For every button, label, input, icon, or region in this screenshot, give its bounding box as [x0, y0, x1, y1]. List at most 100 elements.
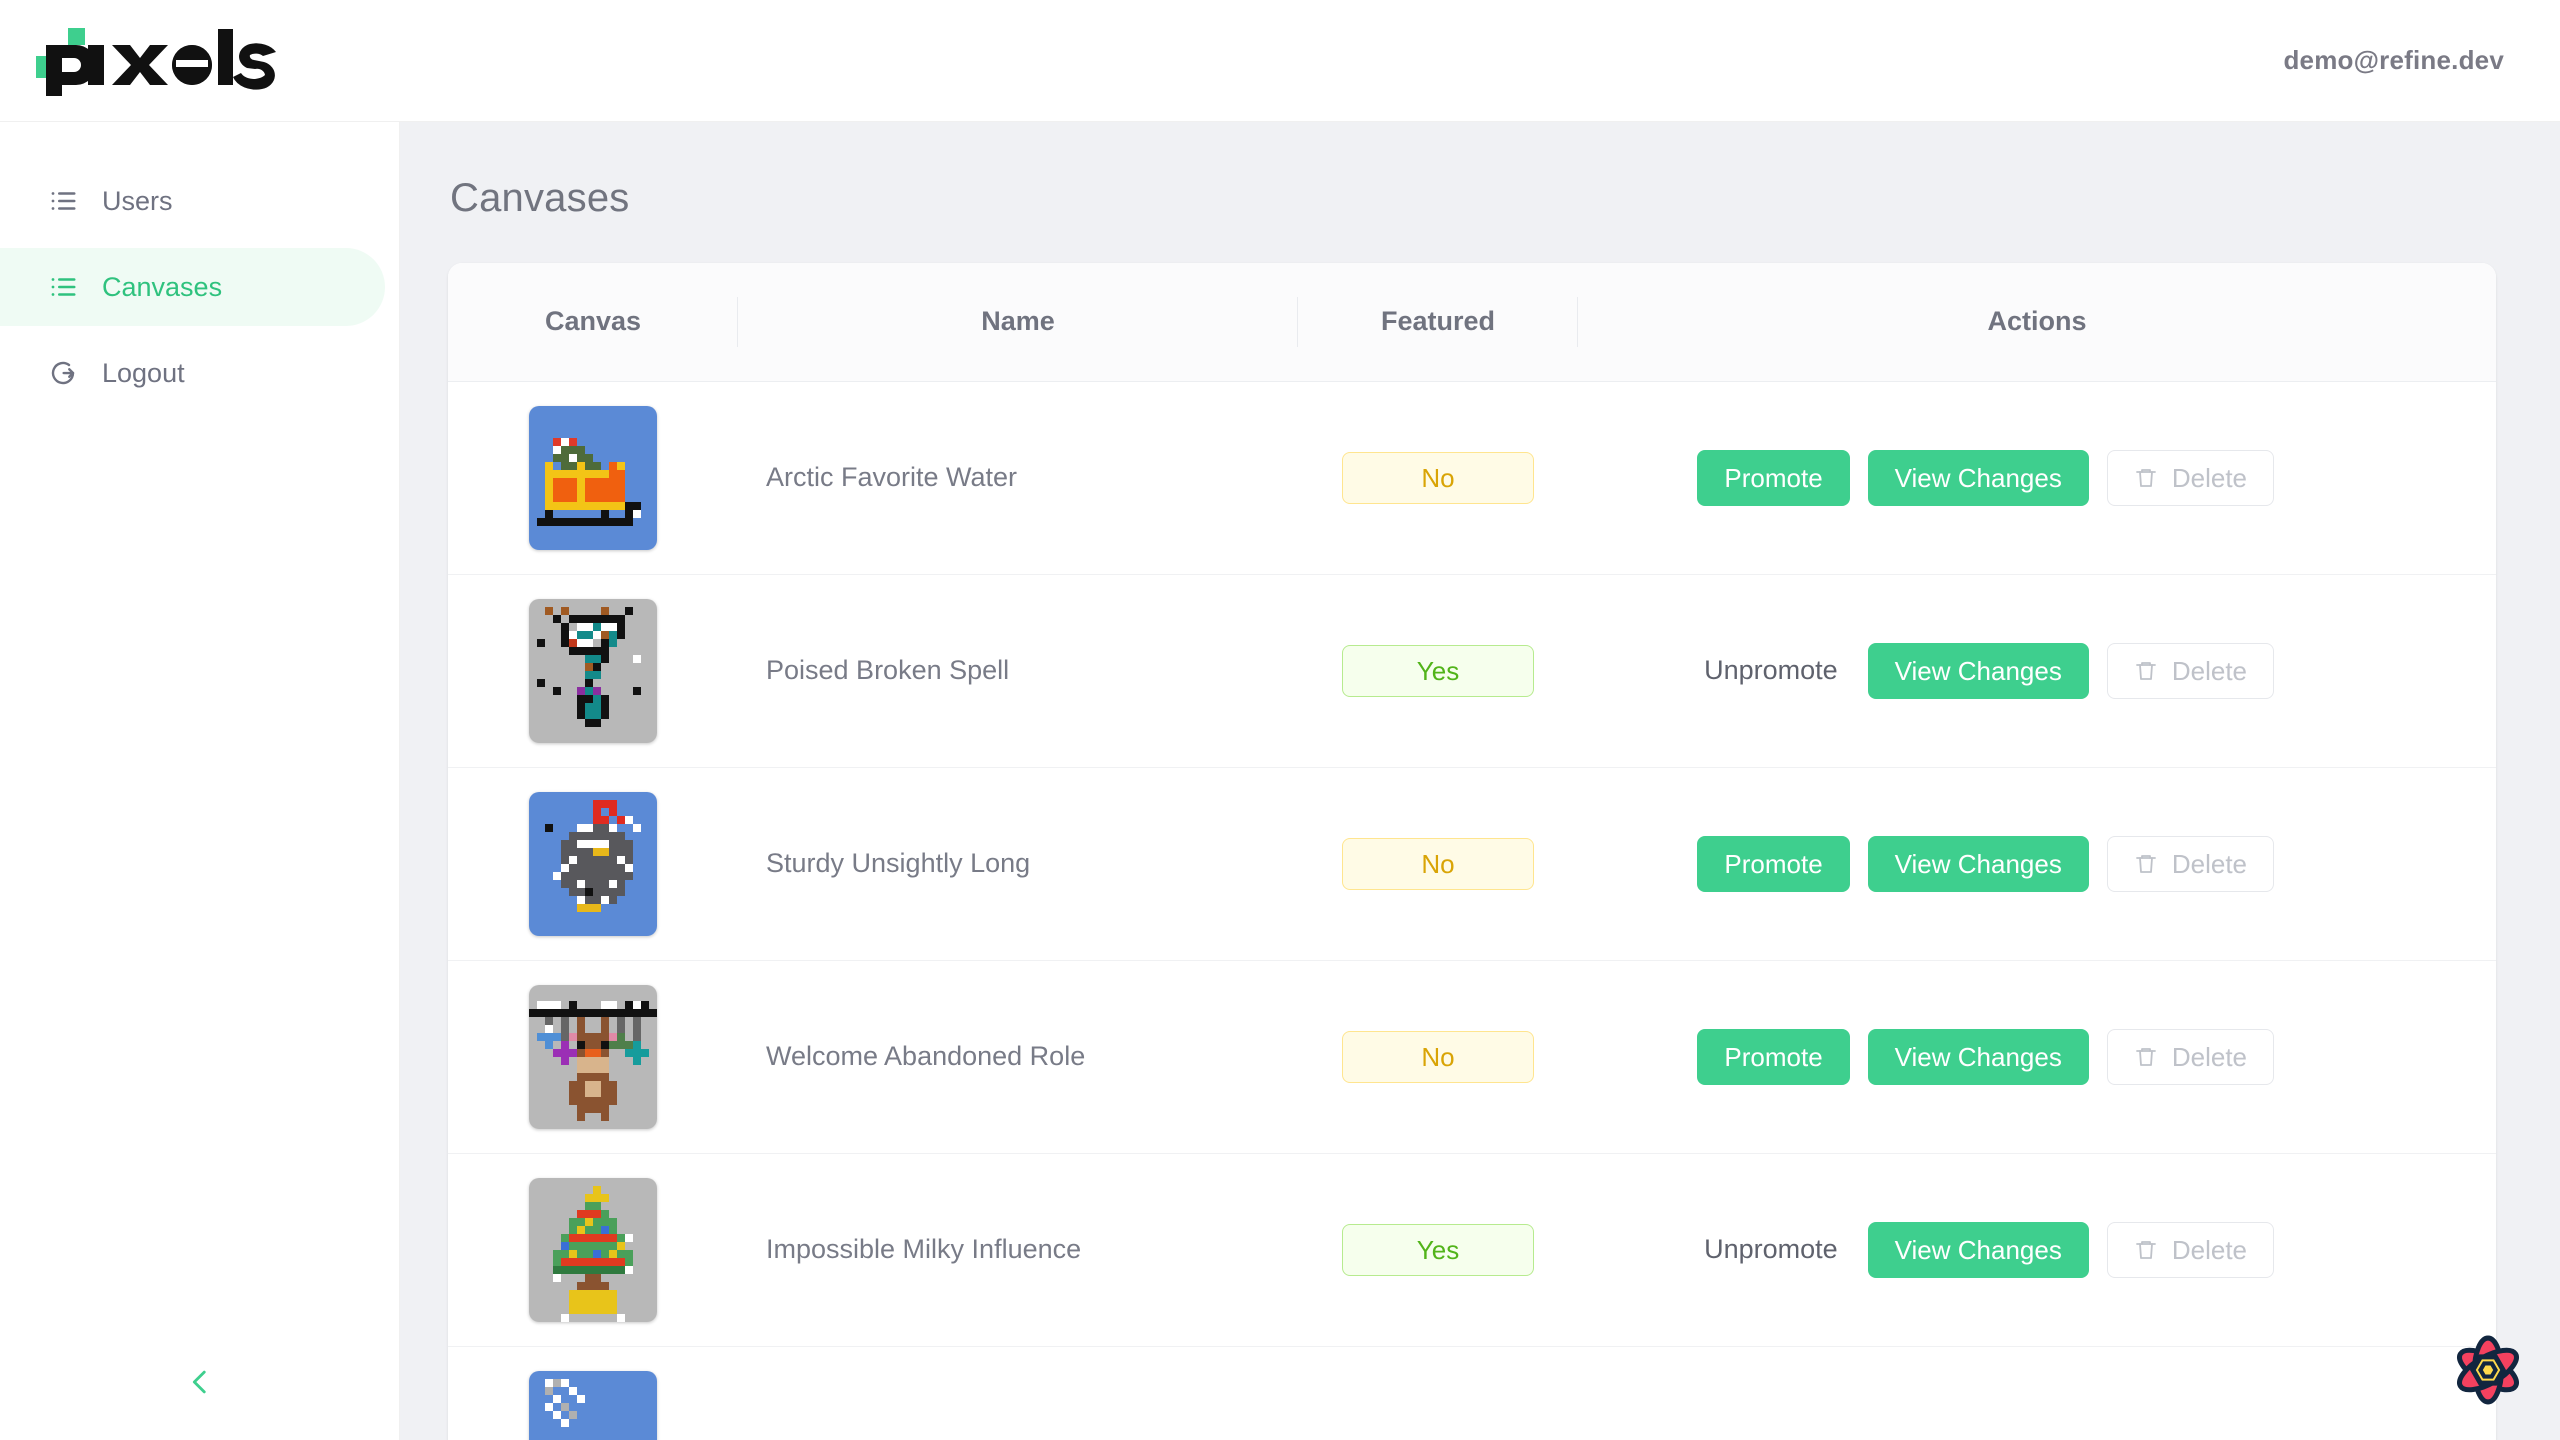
- cell-canvas-thumbnail: [448, 381, 738, 574]
- trash-icon: [2134, 1044, 2160, 1070]
- canvas-thumbnail[interactable]: [529, 792, 657, 936]
- canvas-thumbnail[interactable]: [529, 985, 657, 1129]
- cell-canvas-name: Impossible Milky Influence: [738, 1153, 1298, 1346]
- sidebar-item-label: Users: [102, 188, 173, 215]
- cell-canvas-thumbnail: [448, 767, 738, 960]
- react-query-logo-icon: [2446, 1328, 2530, 1412]
- delete-button-label: Delete: [2172, 851, 2247, 877]
- row-actions: Unpromote View Changes Delete: [1578, 1222, 2484, 1278]
- table-row: Arctic Favorite Water No Promote View Chang…: [448, 381, 2496, 574]
- table-head: Canvas Name Featured Actions: [448, 263, 2496, 381]
- featured-badge: No: [1342, 452, 1534, 504]
- cell-featured: No: [1298, 381, 1578, 574]
- delete-button: Delete: [2107, 643, 2274, 699]
- cell-featured: No: [1298, 767, 1578, 960]
- cell-canvas-thumbnail: [448, 1153, 738, 1346]
- cell-canvas-name: Welcome Abandoned Role: [738, 960, 1298, 1153]
- sidebar-item-users[interactable]: Users: [0, 162, 385, 240]
- cell-canvas-thumbnail: [448, 574, 738, 767]
- app-root: demo@refine.dev Users: [0, 0, 2560, 1440]
- react-query-devtools-button[interactable]: [2446, 1328, 2530, 1412]
- sidebar-item-canvases[interactable]: Canvases: [0, 248, 385, 326]
- cell-featured: [1298, 1346, 1578, 1440]
- cell-actions: Unpromote View Changes Delete: [1578, 574, 2496, 767]
- view-changes-button[interactable]: View Changes: [1868, 1222, 2089, 1278]
- table-row: Welcome Abandoned RoleNo Promote View Chan…: [448, 960, 2496, 1153]
- list-icon: [46, 270, 80, 304]
- featured-badge: Yes: [1342, 645, 1534, 697]
- table-row: Impossible Milky Influence Yes Unpromote Vi…: [448, 1153, 2496, 1346]
- featured-badge: Yes: [1342, 1224, 1534, 1276]
- trash-icon: [2134, 851, 2160, 877]
- column-header-canvas: Canvas: [448, 263, 738, 381]
- cell-featured: No: [1298, 960, 1578, 1153]
- trash-icon: [2134, 465, 2160, 491]
- delete-button-label: Delete: [2172, 1237, 2247, 1263]
- featured-badge: No: [1342, 838, 1534, 890]
- table-row: Sturdy Unsightly Long No Promote View Chang…: [448, 767, 2496, 960]
- sidebar: Users Canvases: [0, 122, 400, 1440]
- canvas-thumbnail[interactable]: [529, 599, 657, 743]
- cell-canvas-name: Arctic Favorite Water: [738, 381, 1298, 574]
- sidebar-item-logout[interactable]: Logout: [0, 334, 385, 412]
- brand-logo[interactable]: [36, 0, 298, 121]
- table-row: Poised Broken Spell Yes Unpromote View Chan…: [448, 574, 2496, 767]
- trash-icon: [2134, 1237, 2160, 1263]
- column-header-featured: Featured: [1298, 263, 1578, 381]
- canvas-thumbnail[interactable]: [529, 1371, 657, 1440]
- row-actions: Promote View Changes Delete: [1578, 450, 2484, 506]
- cell-actions: [1578, 1346, 2496, 1440]
- column-header-actions: Actions: [1578, 263, 2496, 381]
- table-header-row: Canvas Name Featured Actions: [448, 263, 2496, 381]
- delete-button: Delete: [2107, 1029, 2274, 1085]
- canvases-card: Canvas Name Featured Actions Arctic Favo…: [448, 263, 2496, 1440]
- promote-button[interactable]: Promote: [1697, 450, 1849, 506]
- promote-button[interactable]: Promote: [1697, 1029, 1849, 1085]
- cell-canvas-thumbnail: [448, 1346, 738, 1440]
- cell-canvas-name: Sturdy Unsightly Long: [738, 767, 1298, 960]
- cell-actions: Promote View Changes Delete: [1578, 381, 2496, 574]
- cell-actions: Promote View Changes Delete: [1578, 960, 2496, 1153]
- column-header-name: Name: [738, 263, 1298, 381]
- view-changes-button[interactable]: View Changes: [1868, 450, 2089, 506]
- cell-featured: Yes: [1298, 574, 1578, 767]
- cell-canvas-thumbnail: [448, 960, 738, 1153]
- cell-featured: Yes: [1298, 1153, 1578, 1346]
- unpromote-action[interactable]: Unpromote: [1692, 643, 1850, 699]
- pixels-logo-icon: [36, 26, 298, 96]
- delete-button-label: Delete: [2172, 658, 2247, 684]
- row-actions: Promote View Changes Delete: [1578, 836, 2484, 892]
- app-body: Users Canvases: [0, 122, 2560, 1440]
- delete-button: Delete: [2107, 450, 2274, 506]
- page-title: Canvases: [450, 176, 2496, 221]
- sidebar-item-label: Canvases: [102, 274, 222, 301]
- delete-button-label: Delete: [2172, 1044, 2247, 1070]
- view-changes-button[interactable]: View Changes: [1868, 1029, 2089, 1085]
- cell-canvas-name: [738, 1346, 1298, 1440]
- canvas-thumbnail[interactable]: [529, 1178, 657, 1322]
- main-content: Canvases Canvas Name Featured Actions Ar…: [400, 122, 2560, 1440]
- app-header: demo@refine.dev: [0, 0, 2560, 122]
- trash-icon: [2134, 658, 2160, 684]
- unpromote-action[interactable]: Unpromote: [1692, 1222, 1850, 1278]
- delete-button-label: Delete: [2172, 465, 2247, 491]
- promote-button[interactable]: Promote: [1697, 836, 1849, 892]
- cell-canvas-name: Poised Broken Spell: [738, 574, 1298, 767]
- logout-icon: [46, 356, 80, 390]
- canvas-thumbnail[interactable]: [529, 406, 657, 550]
- delete-button: Delete: [2107, 1222, 2274, 1278]
- delete-button: Delete: [2107, 836, 2274, 892]
- cell-actions: Unpromote View Changes Delete: [1578, 1153, 2496, 1346]
- view-changes-button[interactable]: View Changes: [1868, 836, 2089, 892]
- cell-actions: Promote View Changes Delete: [1578, 767, 2496, 960]
- chevron-left-icon: [183, 1365, 217, 1404]
- row-actions: Unpromote View Changes Delete: [1578, 643, 2484, 699]
- canvases-table: Canvas Name Featured Actions Arctic Favo…: [448, 263, 2496, 1440]
- list-icon: [46, 184, 80, 218]
- user-email: demo@refine.dev: [2283, 45, 2504, 76]
- view-changes-button[interactable]: View Changes: [1868, 643, 2089, 699]
- sidebar-item-label: Logout: [102, 360, 185, 387]
- sidebar-collapse-button[interactable]: [0, 1354, 399, 1414]
- row-actions: Promote View Changes Delete: [1578, 1029, 2484, 1085]
- table-body: Arctic Favorite Water No Promote View Chang…: [448, 381, 2496, 1440]
